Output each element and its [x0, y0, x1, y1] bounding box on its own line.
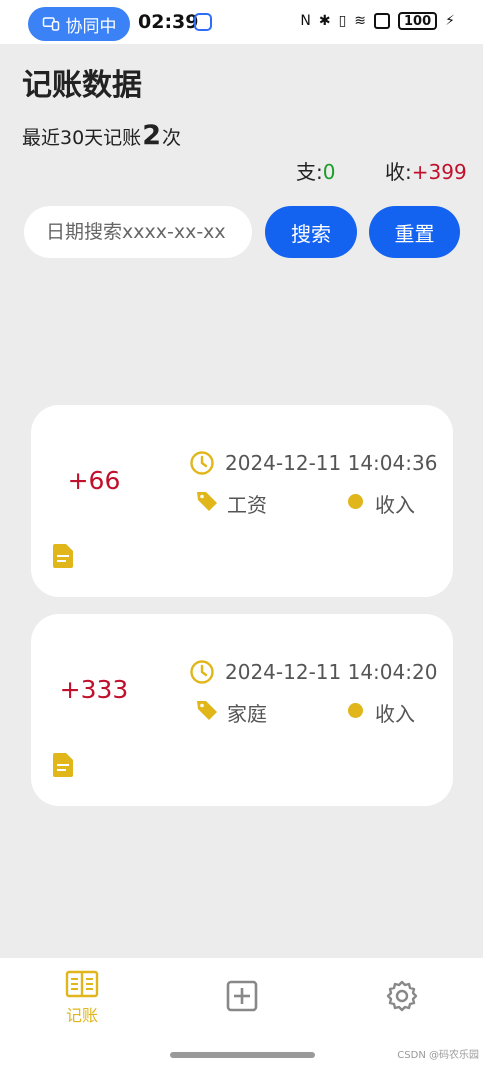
ledger-book-icon — [65, 970, 99, 998]
nav-ledger-label: 记账 — [65, 1006, 98, 1025]
collab-label: 协同中 — [65, 16, 117, 37]
record-type: 收入 — [375, 493, 415, 517]
income-label: 收: — [385, 160, 412, 184]
charging-icon: ⚡ — [445, 13, 455, 29]
record-datetime: 2024-12-11 14:04:36 — [225, 451, 438, 475]
clock-icon — [190, 451, 214, 475]
app-notification-icon — [194, 13, 212, 31]
tag-icon — [197, 701, 217, 720]
summary-suffix: 次 — [161, 127, 181, 149]
record-card[interactable]: +66 2024-12-11 14:04:36 工资 收入 — [31, 405, 453, 597]
search-button[interactable]: 搜索 — [265, 206, 357, 258]
record-card[interactable]: +333 2024-12-11 14:04:20 家庭 收入 — [31, 614, 453, 806]
record-category: 工资 — [227, 493, 267, 517]
battery-icon: 100 — [398, 12, 438, 30]
status-time: 02:39 — [138, 11, 199, 33]
home-indicator[interactable] — [170, 1052, 315, 1058]
nav-add[interactable] — [225, 980, 259, 1012]
date-search-input[interactable] — [24, 206, 252, 258]
nav-ledger[interactable]: 记账 — [60, 970, 104, 1026]
collab-pill[interactable]: 协同中 — [28, 7, 130, 41]
status-bar: 协同中 02:39 N ✱ ▯ ≋ 100 ⚡ — [0, 0, 483, 44]
reset-button[interactable]: 重置 — [369, 206, 460, 258]
devices-icon — [42, 17, 59, 31]
expense-label: 支: — [296, 160, 323, 184]
page-title: 记账数据 — [22, 68, 142, 103]
wifi-icon: ≋ — [354, 13, 367, 29]
watermark: CSDN @码农乐园 — [397, 1050, 479, 1061]
income-total: 收:+399 — [385, 156, 467, 185]
record-datetime: 2024-12-11 14:04:20 — [225, 660, 438, 684]
record-amount: +333 — [59, 675, 129, 704]
status-icons: N ✱ ▯ ≋ 100 ⚡ — [300, 12, 455, 30]
bluetooth-icon: ✱ — [318, 13, 331, 29]
expense-total: 支:0 — [296, 156, 335, 185]
alert-icon — [374, 13, 391, 29]
summary-prefix: 最近30天记账 — [22, 127, 142, 149]
tag-icon — [197, 492, 217, 511]
record-summary: 最近30天记账 2 次 — [22, 120, 181, 151]
gear-icon — [386, 980, 418, 1012]
record-category: 家庭 — [227, 702, 267, 726]
type-dot-icon — [348, 703, 363, 718]
nav-settings[interactable] — [385, 980, 419, 1012]
summary-count: 2 — [142, 120, 161, 151]
record-type: 收入 — [375, 702, 415, 726]
vibrate-icon: ▯ — [338, 13, 347, 29]
type-dot-icon — [348, 494, 363, 509]
income-value: +399 — [411, 160, 467, 184]
note-icon[interactable] — [53, 544, 73, 568]
record-amount: +66 — [67, 466, 121, 495]
clock-icon — [190, 660, 214, 684]
add-square-icon — [226, 980, 258, 1012]
note-icon[interactable] — [53, 753, 73, 777]
expense-value: 0 — [322, 160, 336, 184]
nfc-icon: N — [300, 13, 311, 29]
